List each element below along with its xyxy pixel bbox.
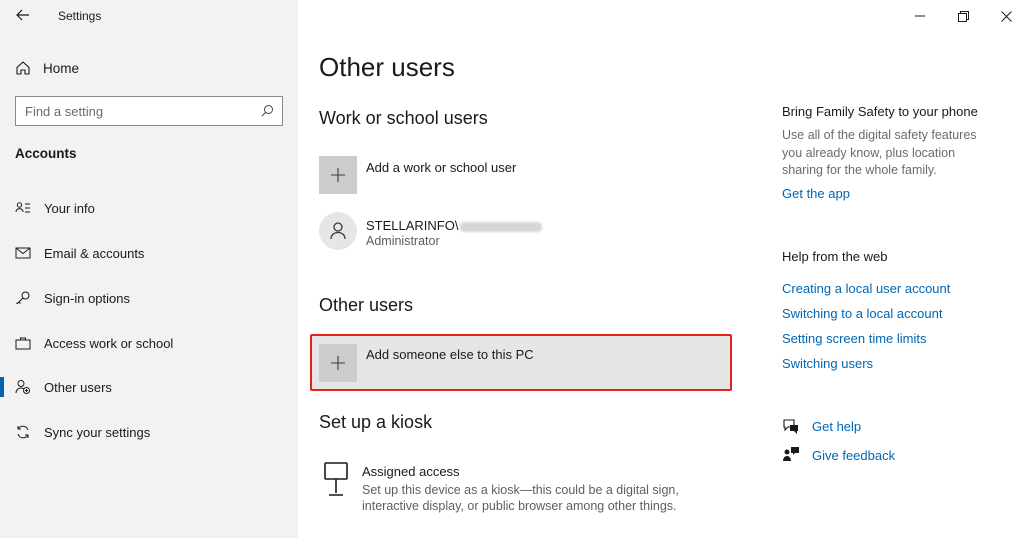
redacted-username bbox=[460, 221, 543, 232]
section-heading: Accounts bbox=[15, 146, 77, 161]
restore-button[interactable] bbox=[953, 6, 973, 26]
give-feedback-link[interactable]: Give feedback bbox=[812, 448, 895, 463]
person-card-icon bbox=[15, 200, 31, 216]
person-icon bbox=[330, 222, 346, 240]
family-safety-description: Use all of the digital safety features y… bbox=[782, 128, 977, 177]
web-link-creating-local-account[interactable]: Creating a local user account bbox=[782, 281, 950, 296]
minimize-icon bbox=[915, 15, 925, 17]
get-help-item[interactable]: Get help bbox=[782, 416, 861, 436]
search-input[interactable] bbox=[16, 103, 252, 119]
web-link-switching-local-account[interactable]: Switching to a local account bbox=[782, 306, 942, 321]
search-icon[interactable] bbox=[261, 104, 274, 122]
restore-icon bbox=[957, 10, 969, 22]
sidebar-item-label: Other users bbox=[44, 379, 112, 395]
title-bar: Settings bbox=[0, 0, 298, 32]
kiosk-heading: Set up a kiosk bbox=[319, 412, 433, 432]
key-icon bbox=[15, 290, 31, 306]
get-the-app-link[interactable]: Get the app bbox=[782, 186, 850, 201]
page-title: Other users bbox=[319, 52, 455, 82]
feedback-icon bbox=[783, 447, 799, 461]
get-help-link[interactable]: Get help bbox=[812, 419, 861, 434]
assigned-access-title[interactable]: Assigned access bbox=[362, 464, 460, 479]
sidebar-item-sign-in-options[interactable]: Sign-in options bbox=[0, 280, 298, 316]
account-name[interactable]: STELLARINFO\ bbox=[366, 218, 543, 233]
close-icon bbox=[1000, 10, 1012, 22]
account-domain: STELLARINFO\ bbox=[366, 218, 459, 233]
web-link-switching-users[interactable]: Switching users bbox=[782, 356, 873, 371]
back-arrow-icon bbox=[16, 9, 29, 21]
add-work-school-label[interactable]: Add a work or school user bbox=[366, 160, 516, 175]
minimize-button[interactable] bbox=[910, 6, 930, 26]
kiosk-description-line2: interactive display, or public browser a… bbox=[362, 499, 677, 513]
sync-icon bbox=[15, 424, 31, 440]
sidebar-item-other-users[interactable]: Other users bbox=[0, 369, 298, 405]
other-users-heading: Other users bbox=[319, 295, 414, 315]
account-role: Administrator bbox=[366, 234, 440, 248]
help-web-heading: Help from the web bbox=[782, 249, 888, 264]
web-link-screen-time-limits[interactable]: Setting screen time limits bbox=[782, 331, 927, 346]
sidebar-item-label: Sync your settings bbox=[44, 424, 151, 440]
sidebar-item-label: Access work or school bbox=[44, 335, 174, 351]
sidebar-item-your-info[interactable]: Your info bbox=[0, 190, 298, 226]
sidebar-item-email-accounts[interactable]: Email & accounts bbox=[0, 235, 298, 271]
kiosk-icon bbox=[322, 462, 350, 498]
close-button[interactable] bbox=[996, 6, 1016, 26]
back-button[interactable] bbox=[12, 4, 34, 26]
briefcase-icon bbox=[15, 335, 31, 351]
search-box[interactable] bbox=[15, 96, 283, 126]
sidebar-item-label: Your info bbox=[44, 200, 95, 216]
kiosk-description-line1: Set up this device as a kiosk—this could… bbox=[362, 483, 679, 497]
selection-indicator bbox=[0, 377, 4, 397]
add-someone-row-highlight[interactable] bbox=[310, 334, 732, 391]
plus-icon bbox=[331, 356, 345, 370]
work-school-heading: Work or school users bbox=[319, 108, 488, 128]
sidebar-item-label: Sign-in options bbox=[44, 290, 130, 306]
family-safety-heading: Bring Family Safety to your phone bbox=[782, 104, 978, 119]
give-feedback-item[interactable]: Give feedback bbox=[782, 445, 895, 465]
sidebar-item-home[interactable]: Home bbox=[15, 56, 79, 80]
help-chat-icon bbox=[783, 419, 798, 434]
avatar bbox=[319, 212, 357, 250]
sidebar-item-access-work-school[interactable]: Access work or school bbox=[0, 325, 298, 361]
app-title: Settings bbox=[58, 9, 102, 23]
envelope-icon bbox=[15, 245, 31, 261]
sidebar-item-sync-settings[interactable]: Sync your settings bbox=[0, 414, 298, 450]
sidebar-item-label: Home bbox=[43, 60, 80, 76]
add-someone-button[interactable] bbox=[319, 344, 357, 382]
add-person-icon bbox=[15, 379, 31, 395]
add-work-school-button[interactable] bbox=[319, 156, 357, 194]
plus-icon bbox=[331, 168, 345, 182]
sidebar: Settings Home Accounts Your info Email &… bbox=[0, 0, 298, 538]
home-icon bbox=[16, 61, 30, 75]
add-someone-label[interactable]: Add someone else to this PC bbox=[366, 347, 534, 362]
sidebar-item-label: Email & accounts bbox=[44, 245, 145, 261]
